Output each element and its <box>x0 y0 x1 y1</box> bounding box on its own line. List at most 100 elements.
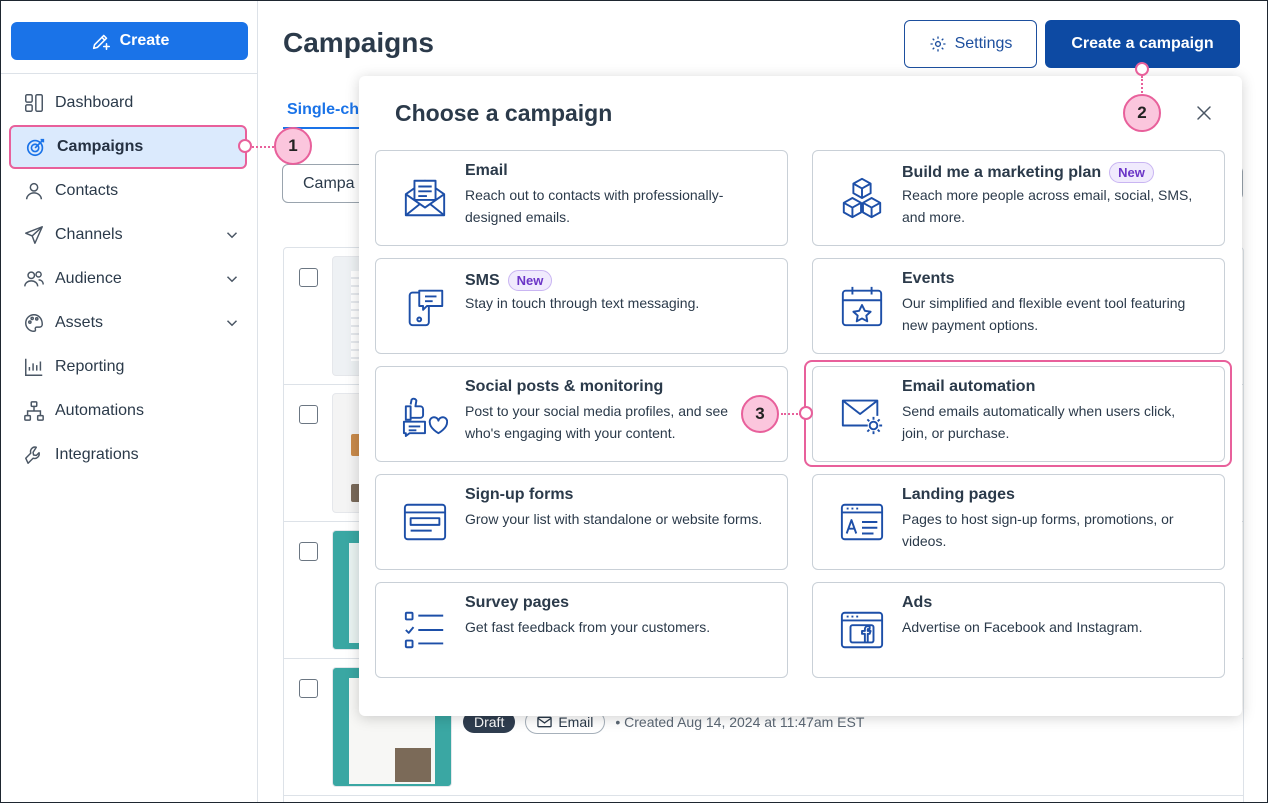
card-title: Survey pages <box>465 594 570 611</box>
card-ads[interactable]: Ads Advertise on Facebook and Instagram. <box>812 582 1225 678</box>
sidebar-item-label: Contacts <box>55 182 119 199</box>
close-icon <box>1197 106 1211 120</box>
choose-campaign-modal: Choose a campaign Email Reach out to con… <box>359 76 1242 716</box>
create-campaign-button[interactable]: Create a campaign <box>1045 20 1240 68</box>
app-frame: Create Dashboard Campaigns Contacts Chan… <box>0 0 1268 803</box>
pencil-plus-icon <box>92 34 110 51</box>
card-description: Post to your social media profiles, and … <box>465 403 729 441</box>
sidebar-item-reporting[interactable]: Reporting <box>9 345 247 389</box>
chevron-down-icon <box>226 232 238 239</box>
callout-connector <box>781 413 801 415</box>
card-description: Grow your list with standalone or websit… <box>465 511 763 527</box>
sidebar-item-channels[interactable]: Channels <box>9 213 247 257</box>
card-title: Social posts & monitoring <box>465 378 664 395</box>
row-checkbox[interactable] <box>299 268 318 287</box>
card-description: Get fast feedback from your customers. <box>465 619 711 635</box>
facebook-ad-icon <box>840 611 884 649</box>
sidebar-item-label: Campaigns <box>57 138 144 155</box>
gear-icon <box>930 36 946 52</box>
sidebar-item-label: Reporting <box>55 358 125 375</box>
calendar-star-icon <box>841 286 883 327</box>
sidebar-item-label: Audience <box>55 270 122 287</box>
card-description: Advertise on Facebook and Instagram. <box>902 619 1143 635</box>
close-button[interactable] <box>1191 100 1217 126</box>
settings-button-label: Settings <box>954 35 1013 52</box>
sidebar-item-automations[interactable]: Automations <box>9 389 247 433</box>
row-checkbox[interactable] <box>299 542 318 561</box>
card-description: Stay in touch through text messaging. <box>465 295 700 311</box>
card-title: Email <box>465 162 508 179</box>
callout-anchor <box>1135 62 1149 76</box>
sidebar-item-assets[interactable]: Assets <box>9 301 247 345</box>
users-icon <box>24 271 44 287</box>
callout-anchor <box>238 139 252 153</box>
card-title: Ads <box>902 594 933 611</box>
sidebar-nav: Dashboard Campaigns Contacts Channels Au… <box>9 81 247 477</box>
chart-icon <box>25 358 43 376</box>
settings-button[interactable]: Settings <box>904 20 1037 68</box>
target-icon <box>26 138 45 157</box>
card-marketing-plan[interactable]: Build me a marketing plan New Reach more … <box>812 150 1225 246</box>
sidebar-item-label: Integrations <box>55 446 139 463</box>
sidebar: Create Dashboard Campaigns Contacts Chan… <box>1 1 258 802</box>
dashboard-icon <box>25 94 43 112</box>
checklist-icon <box>404 611 444 649</box>
highlight-email-automation <box>804 360 1232 467</box>
modal-title: Choose a campaign <box>395 100 613 126</box>
chevron-down-icon <box>226 320 238 327</box>
sidebar-item-campaigns[interactable]: Campaigns <box>9 125 247 169</box>
sidebar-item-dashboard[interactable]: Dashboard <box>9 81 247 125</box>
phone-message-icon <box>408 289 444 327</box>
card-sms[interactable]: SMS New Stay in touch through text messag… <box>375 258 788 354</box>
palette-icon <box>25 314 43 332</box>
card-title: Landing pages <box>902 486 1015 503</box>
row-checkbox[interactable] <box>299 405 318 424</box>
callout-connector <box>252 146 274 148</box>
landing-page-icon <box>840 503 884 541</box>
new-badge: New <box>1109 162 1154 183</box>
sidebar-item-label: Dashboard <box>55 94 134 111</box>
card-survey-pages[interactable]: Survey pages Get fast feedback from your… <box>375 582 788 678</box>
card-title: SMS <box>465 271 500 289</box>
sidebar-item-integrations[interactable]: Integrations <box>9 433 247 477</box>
flow-icon <box>24 401 44 421</box>
card-signup-forms[interactable]: Sign-up forms Grow your list with standa… <box>375 474 788 570</box>
card-title: Sign-up forms <box>465 486 574 503</box>
card-social-posts[interactable]: Social posts & monitoring Post to your s… <box>375 366 788 462</box>
callout-2: 2 <box>1123 94 1161 132</box>
sidebar-item-contacts[interactable]: Contacts <box>9 169 247 213</box>
sidebar-item-label: Assets <box>55 314 104 331</box>
card-events[interactable]: Events Our simplified and flexible event… <box>812 258 1225 354</box>
form-icon <box>403 503 447 541</box>
social-icon <box>402 397 448 437</box>
create-button-label: Create <box>119 32 170 49</box>
envelope-icon <box>404 179 446 217</box>
card-description: Pages to host sign-up forms, promotions,… <box>902 511 1174 549</box>
card-landing-pages[interactable]: Landing pages Pages to host sign-up form… <box>812 474 1225 570</box>
divider <box>1 73 258 74</box>
create-button[interactable]: Create <box>11 22 248 60</box>
cubes-icon <box>842 177 882 219</box>
card-description: Reach more people across email, social, … <box>902 187 1193 225</box>
new-badge: New <box>507 270 553 291</box>
page-title: Campaigns <box>283 27 434 58</box>
envelope-icon <box>537 716 553 728</box>
wrench-icon <box>25 446 40 464</box>
send-icon <box>25 226 43 244</box>
tab-single-channel[interactable]: Single-ch <box>287 101 367 119</box>
callout-anchor <box>799 406 813 420</box>
sidebar-item-label: Channels <box>55 226 123 243</box>
row-checkbox[interactable] <box>299 679 318 698</box>
callout-3: 3 <box>741 395 779 433</box>
card-email[interactable]: Email Reach out to contacts with profess… <box>375 150 788 246</box>
user-icon <box>25 182 43 200</box>
card-description: Our simplified and flexible event tool f… <box>902 295 1186 333</box>
chevron-down-icon <box>226 276 238 283</box>
card-description: Reach out to contacts with professionall… <box>465 187 724 225</box>
sidebar-item-label: Automations <box>55 402 144 419</box>
sidebar-item-audience[interactable]: Audience <box>9 257 247 301</box>
created-timestamp: • Created Aug 14, 2024 at 11:47am EST <box>615 714 865 730</box>
card-title: Build me a marketing plan <box>902 163 1102 181</box>
type-chip-label: Email <box>558 714 594 730</box>
card-title: Events <box>902 270 955 287</box>
